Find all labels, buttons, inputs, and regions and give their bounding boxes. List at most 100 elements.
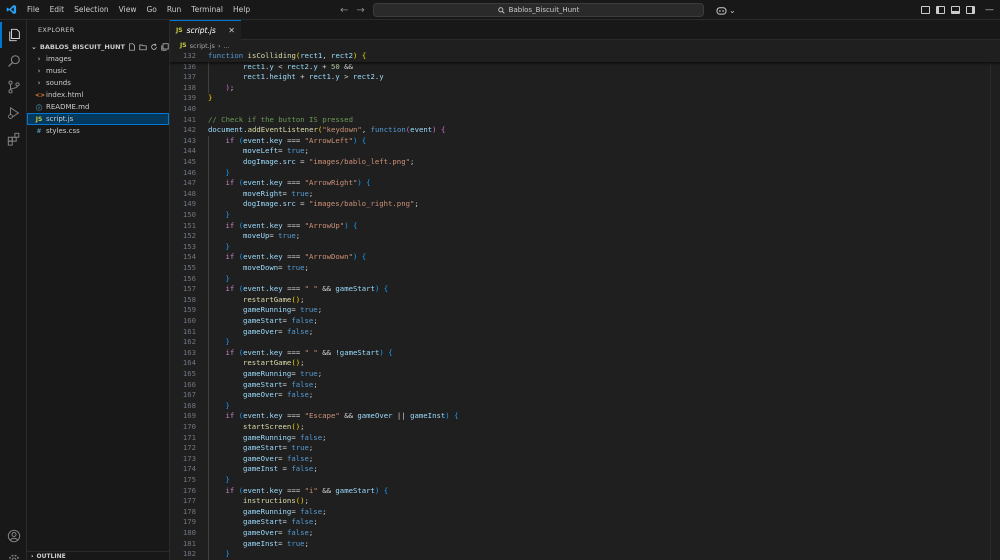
menu-selection[interactable]: Selection: [69, 0, 114, 20]
toggle-panel-icon[interactable]: [951, 6, 960, 14]
code-token: ;: [304, 538, 309, 548]
code-text: gameRunning= false;: [243, 507, 327, 516]
menu-run[interactable]: Run: [162, 0, 186, 20]
code-text: }: [226, 168, 230, 177]
code-line: 179 gameStart= false;: [170, 517, 1000, 528]
code-editor[interactable]: 132 function isColliding(rect1, rect2) {1…: [170, 51, 1000, 560]
menu-file[interactable]: File: [22, 0, 45, 20]
code-token: {: [440, 125, 446, 135]
breadcrumb-symbol[interactable]: ...: [224, 42, 230, 50]
code-text: moveLeft= true;: [243, 146, 309, 155]
line-number: 159: [182, 305, 196, 315]
code-token: " ": [304, 347, 318, 357]
manage-gear-icon[interactable]: [0, 547, 27, 560]
code-token: }: [225, 400, 230, 410]
tree-item-label: music: [46, 67, 67, 75]
code-token: }: [225, 549, 230, 559]
code-text: dogImage.src = "images/bablo_left.png";: [243, 157, 414, 166]
source-control-icon[interactable]: [0, 74, 27, 100]
run-and-debug-icon[interactable]: [0, 100, 27, 126]
code-text: restartGame();: [243, 358, 305, 367]
code-line: 160 gameStart= false;: [170, 316, 1000, 327]
close-icon[interactable]: ✕: [228, 26, 235, 35]
breadcrumb-file[interactable]: script.js: [190, 42, 215, 50]
extensions-icon[interactable]: [0, 126, 27, 152]
code-line: 171 gameRunning= false;: [170, 433, 1000, 444]
chevron-right-icon: ›: [217, 41, 221, 50]
chevron-down-icon: ⌄: [729, 5, 736, 15]
explorer-icon[interactable]: [0, 22, 27, 48]
code-token: rect1: [243, 72, 265, 82]
code-line: 164 restartGame();: [170, 358, 1000, 369]
accounts-icon[interactable]: [0, 523, 27, 549]
line-number: 169: [182, 411, 196, 421]
back-arrow-icon[interactable]: ←: [340, 5, 348, 16]
code-token: =: [278, 263, 287, 272]
code-token: =: [278, 146, 287, 156]
code-text: if (event.key === "ArrowUp") {: [226, 221, 358, 230]
line-number: 148: [182, 188, 196, 198]
tree-item-readme-md[interactable]: ⓘ README.md: [27, 101, 169, 113]
code-token: (): [295, 496, 305, 506]
workspace-folder-header[interactable]: ⌄ BABLOS_BISCUIT_HUNT: [27, 40, 169, 53]
command-center-search[interactable]: Bablos_Biscuit_Hunt: [373, 3, 704, 17]
menu-view[interactable]: View: [114, 0, 142, 20]
collapse-all-icon[interactable]: [161, 42, 169, 51]
chevron-down-icon: ⌄: [31, 42, 37, 51]
line-number: 145: [182, 157, 196, 166]
vertical-scrollbar[interactable]: [990, 51, 1000, 560]
code-text: if (event.key === "ArrowLeft") {: [226, 136, 367, 145]
code-token: =: [269, 231, 279, 241]
toggle-primary-sidebar-icon[interactable]: [936, 6, 945, 14]
tree-item-music[interactable]: › music: [27, 65, 169, 77]
code-token: y: [379, 72, 384, 82]
code-line: 150}: [170, 210, 1000, 221]
code-text: gameStart= false;: [243, 517, 318, 526]
code-token: 50: [330, 61, 340, 71]
outline-section-header[interactable]: › OUTLINE: [27, 551, 170, 560]
code-text: rect1.y < rect2.y + 50 &&: [243, 62, 353, 71]
customize-layout-icon[interactable]: [921, 6, 930, 14]
menu-terminal[interactable]: Terminal: [186, 0, 228, 20]
menu-edit[interactable]: Edit: [45, 0, 70, 20]
code-token: =: [278, 390, 287, 400]
menu-help[interactable]: Help: [228, 0, 255, 20]
code-token: =: [278, 538, 287, 548]
tree-item-images[interactable]: › images: [27, 53, 169, 65]
line-number: 171: [182, 432, 196, 442]
code-line: 148 moveRight= true;: [170, 189, 1000, 200]
code-token: ===: [282, 220, 305, 230]
minimize-icon[interactable]: —: [985, 5, 994, 15]
copilot-button[interactable]: ⌄: [716, 3, 736, 17]
line-number: 177: [182, 496, 196, 506]
search-icon[interactable]: [0, 48, 27, 74]
line-number: 168: [182, 400, 196, 410]
toggle-secondary-sidebar-icon[interactable]: [966, 6, 975, 14]
refresh-icon[interactable]: [150, 43, 158, 51]
code-line: 138);: [170, 83, 1000, 94]
code-line: 170 startScreen();: [170, 422, 1000, 433]
line-number: 158: [182, 294, 196, 304]
line-number: 162: [182, 337, 196, 347]
line-number: 163: [182, 347, 196, 357]
code-token: >: [339, 72, 353, 82]
tree-item-styles-css[interactable]: # styles.css: [27, 125, 169, 137]
tree-item-script-js[interactable]: JS script.js: [27, 113, 169, 125]
vscode-logo-icon[interactable]: [0, 0, 22, 20]
new-file-icon[interactable]: [128, 42, 136, 51]
new-folder-icon[interactable]: [139, 43, 147, 51]
code-token: =: [291, 305, 301, 315]
code-token: " ": [304, 284, 318, 294]
tree-item-index-html[interactable]: <> index.html: [27, 89, 169, 101]
code-token: }: [225, 475, 230, 484]
tree-item-sounds[interactable]: › sounds: [27, 77, 169, 89]
menu-go[interactable]: Go: [141, 0, 161, 20]
tab-script-js[interactable]: JS script.js ✕: [170, 20, 241, 40]
forward-arrow-icon[interactable]: →: [356, 5, 364, 16]
code-text: }: [226, 274, 230, 283]
code-token: ;: [308, 443, 314, 453]
markdown-file-icon: ⓘ: [35, 104, 42, 112]
code-token: "images/bablo_left.png": [308, 157, 410, 166]
code-token: ;: [308, 188, 314, 198]
code-text: }: [226, 401, 230, 410]
